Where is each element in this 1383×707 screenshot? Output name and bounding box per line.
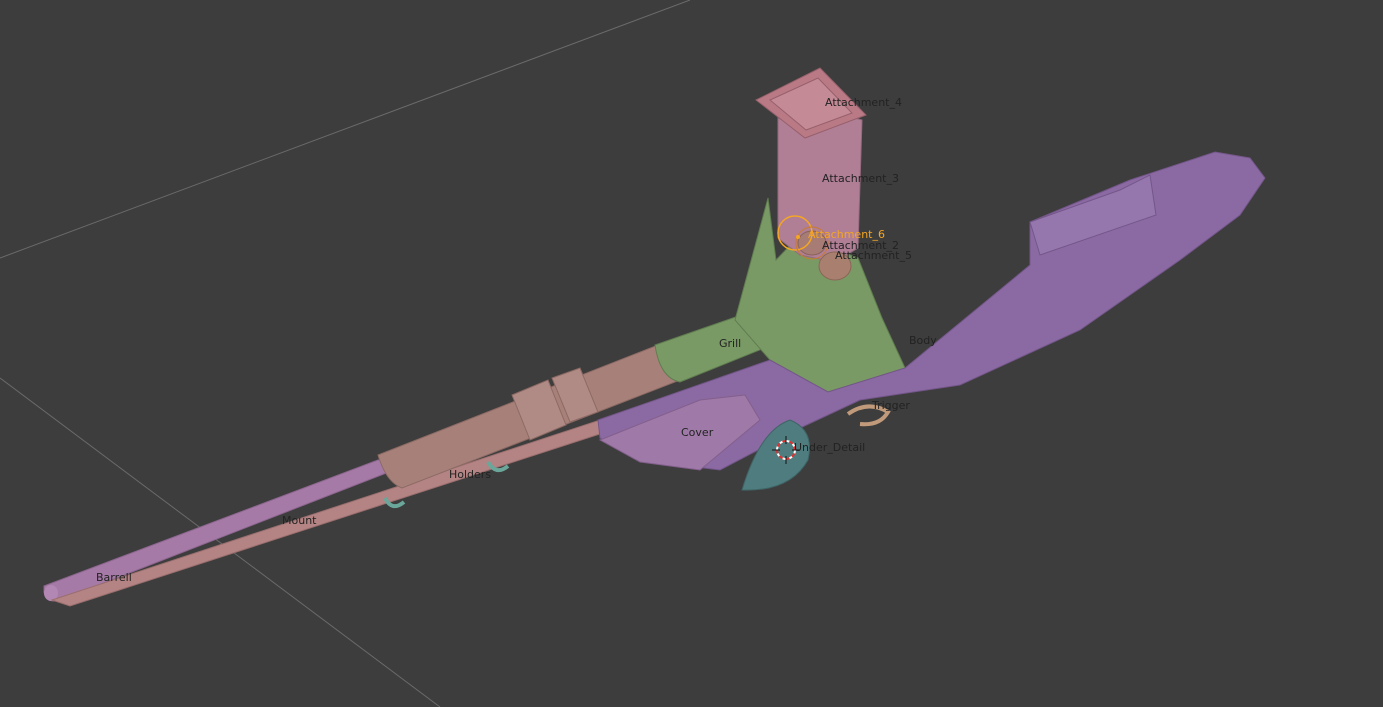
grid-line xyxy=(0,377,441,707)
3d-viewport[interactable]: Attachment_4 Attachment_3 Attachment_6 A… xyxy=(0,0,1383,707)
grid-line xyxy=(0,0,691,259)
label-attachment-3: Attachment_3 xyxy=(822,172,899,185)
label-barrell: Barrell xyxy=(96,571,132,584)
scene-canvas[interactable] xyxy=(0,0,1383,707)
label-cover: Cover xyxy=(681,426,714,439)
origin-point xyxy=(796,235,800,239)
label-holders: Holders xyxy=(449,468,492,481)
label-grill: Grill xyxy=(719,337,742,350)
label-under-detail: Under_Detail xyxy=(794,441,866,454)
label-mount: Mount xyxy=(282,514,317,527)
object-mount[interactable] xyxy=(50,419,614,607)
label-attachment-5: Attachment_5 xyxy=(835,249,912,262)
label-attachment-4: Attachment_4 xyxy=(825,96,902,109)
label-body: Body xyxy=(909,334,937,347)
label-trigger: Trigger xyxy=(872,399,910,412)
